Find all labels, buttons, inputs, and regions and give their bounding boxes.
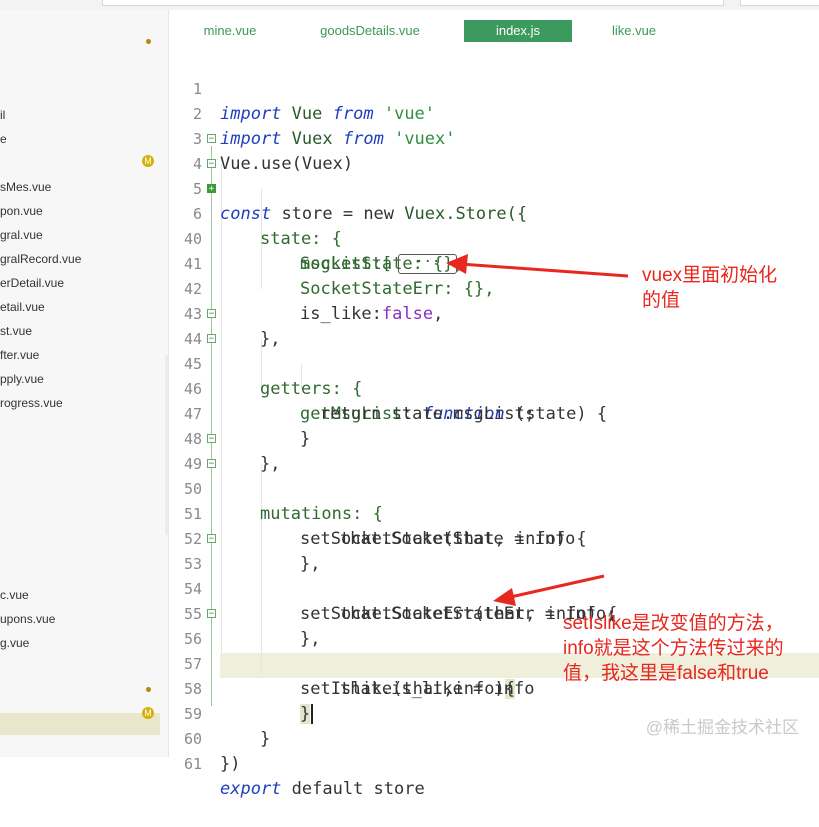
watermark: @稀土掘金技术社区 (645, 718, 799, 737)
code-text: default store (281, 779, 425, 799)
arrow-line (505, 574, 605, 600)
annotation-line: 的值 (642, 290, 681, 311)
keyword: export (220, 779, 282, 799)
annotation-line: info就是这个方法传过来的 (563, 638, 784, 659)
annotation-line: 值，我这里是false和true (563, 663, 769, 684)
annotation-initial-value: vuex里面初始化 的值 (642, 263, 777, 313)
arrow-head-icon (446, 254, 468, 274)
arrow-head-icon (493, 588, 516, 606)
annotation-line: setIslike是改变值的方法， (563, 613, 784, 634)
arrow-line (459, 262, 629, 278)
annotation-line: vuex里面初始化 (642, 265, 778, 286)
annotation-setislike: setIslike是改变值的方法， info就是这个方法传过来的 值，我这里是f… (563, 611, 784, 686)
